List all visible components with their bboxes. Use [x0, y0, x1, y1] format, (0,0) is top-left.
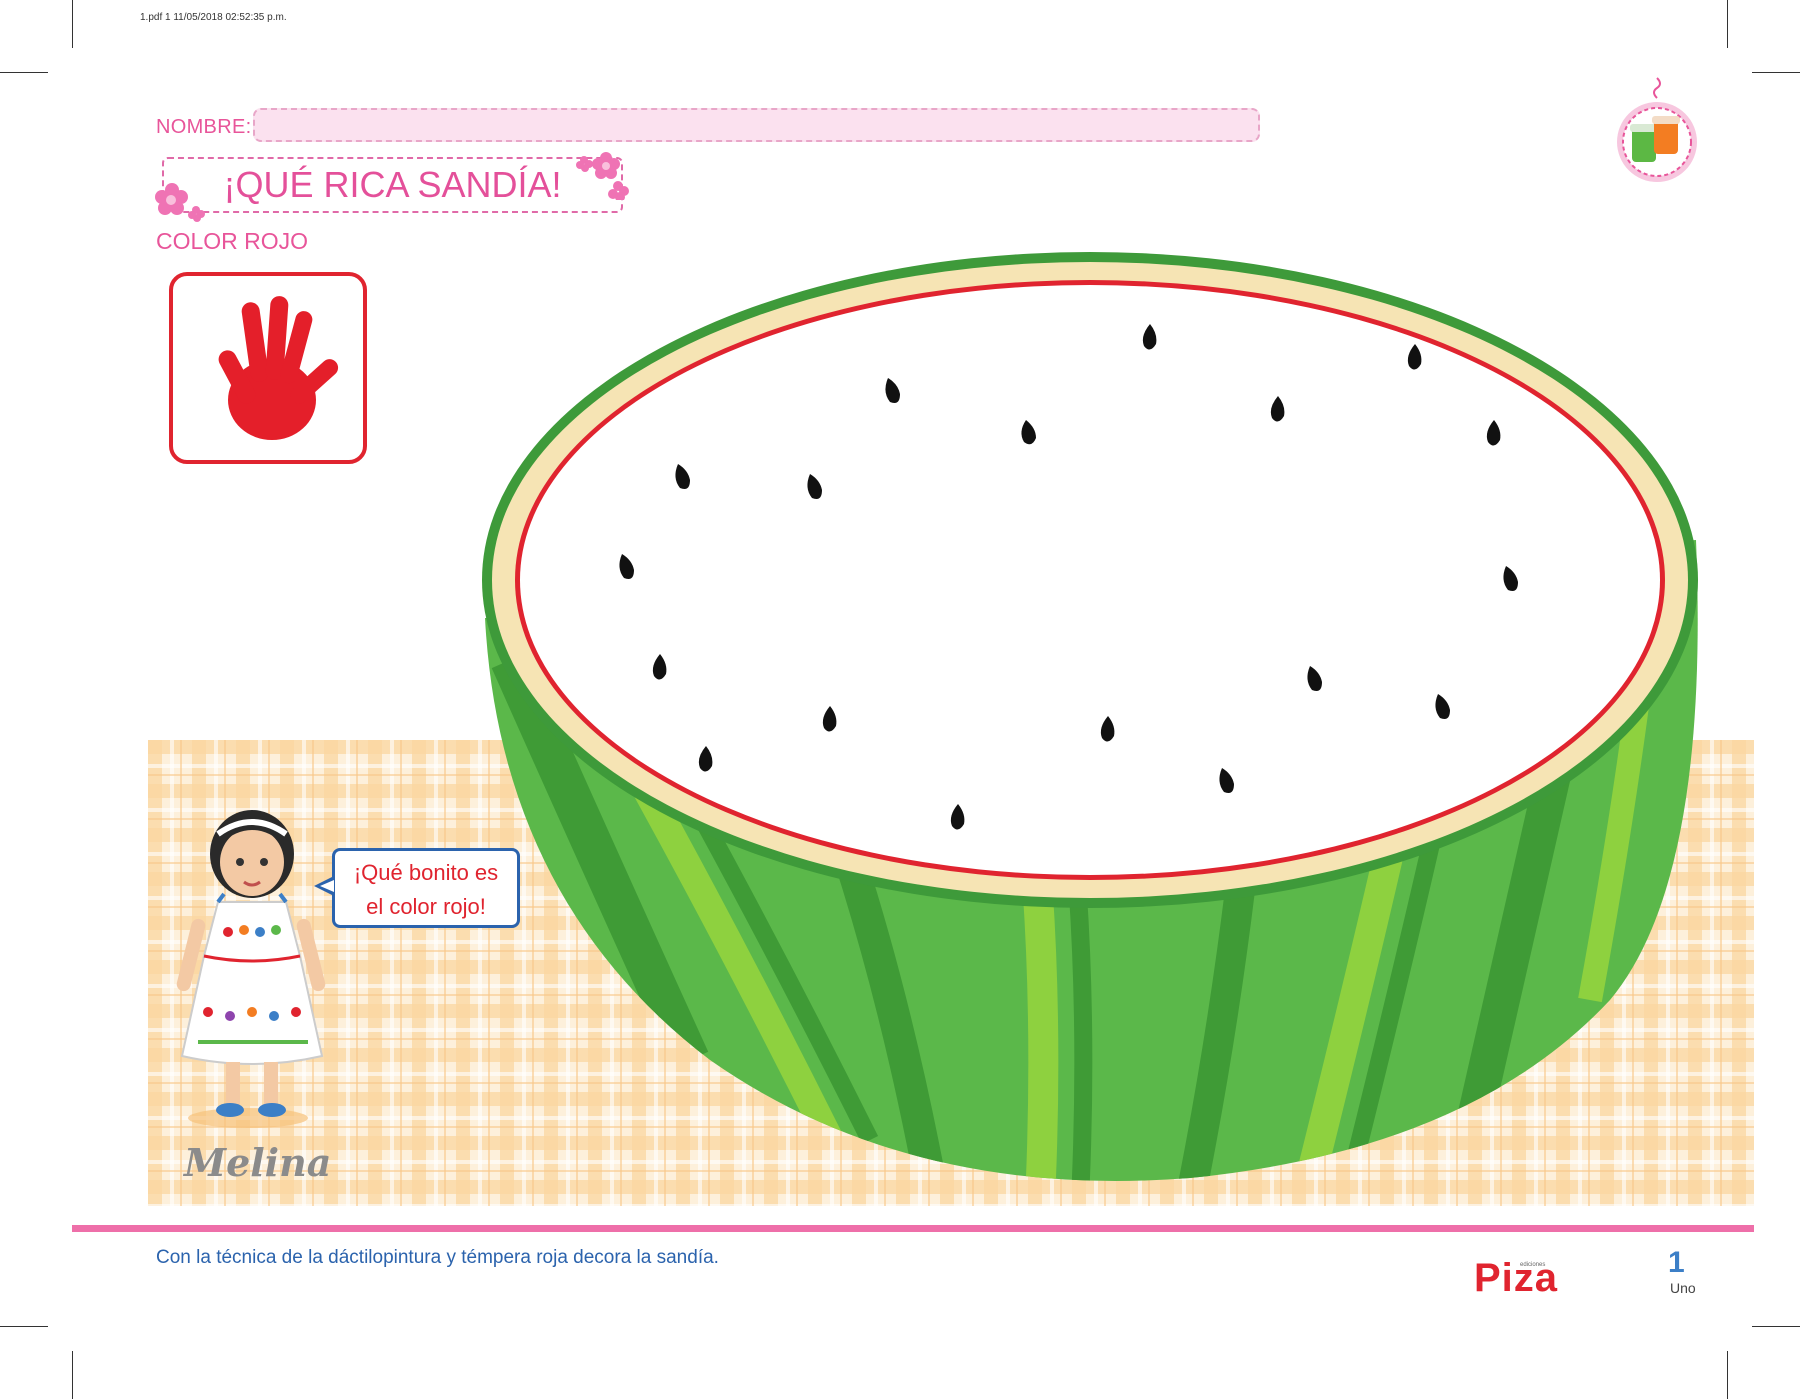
- print-info: 1.pdf 1 11/05/2018 02:52:35 p.m.: [140, 12, 287, 23]
- page-number: 1: [1668, 1246, 1685, 1279]
- footer-divider: [72, 1225, 1754, 1232]
- name-field[interactable]: [253, 108, 1260, 142]
- crop-mark: [72, 1351, 73, 1399]
- name-label: NOMBRE:: [156, 116, 252, 138]
- activity-instruction: Con la técnica de la dáctilopintura y té…: [156, 1247, 719, 1268]
- red-handprint-icon: [218, 296, 339, 440]
- color-subtitle: COLOR ROJO: [156, 228, 309, 254]
- paint-jars-icon: [1617, 77, 1697, 182]
- crop-mark: [1727, 1351, 1728, 1399]
- crop-mark: [72, 0, 73, 48]
- crop-mark: [1727, 0, 1728, 48]
- page-number-word: Uno: [1670, 1280, 1696, 1296]
- character-name: Melina: [184, 1140, 332, 1185]
- crop-mark: [0, 1326, 48, 1327]
- speech-bubble: ¡Qué bonito es el color rojo!: [332, 848, 520, 928]
- crop-mark: [1752, 72, 1800, 73]
- speech-bubble-tail-inner: [320, 880, 334, 892]
- crop-mark: [1752, 1326, 1800, 1327]
- crop-mark: [0, 72, 48, 73]
- speech-bubble-line: el color rojo!: [366, 894, 486, 919]
- publisher-logo: Piza: [1474, 1256, 1559, 1300]
- page-title: ¡QUÉ RICA SANDÍA!: [223, 164, 562, 205]
- speech-bubble-line: ¡Qué bonito es: [353, 860, 499, 885]
- girl-character-illustration: [176, 810, 326, 1128]
- watermelon-illustration: [482, 252, 1698, 1181]
